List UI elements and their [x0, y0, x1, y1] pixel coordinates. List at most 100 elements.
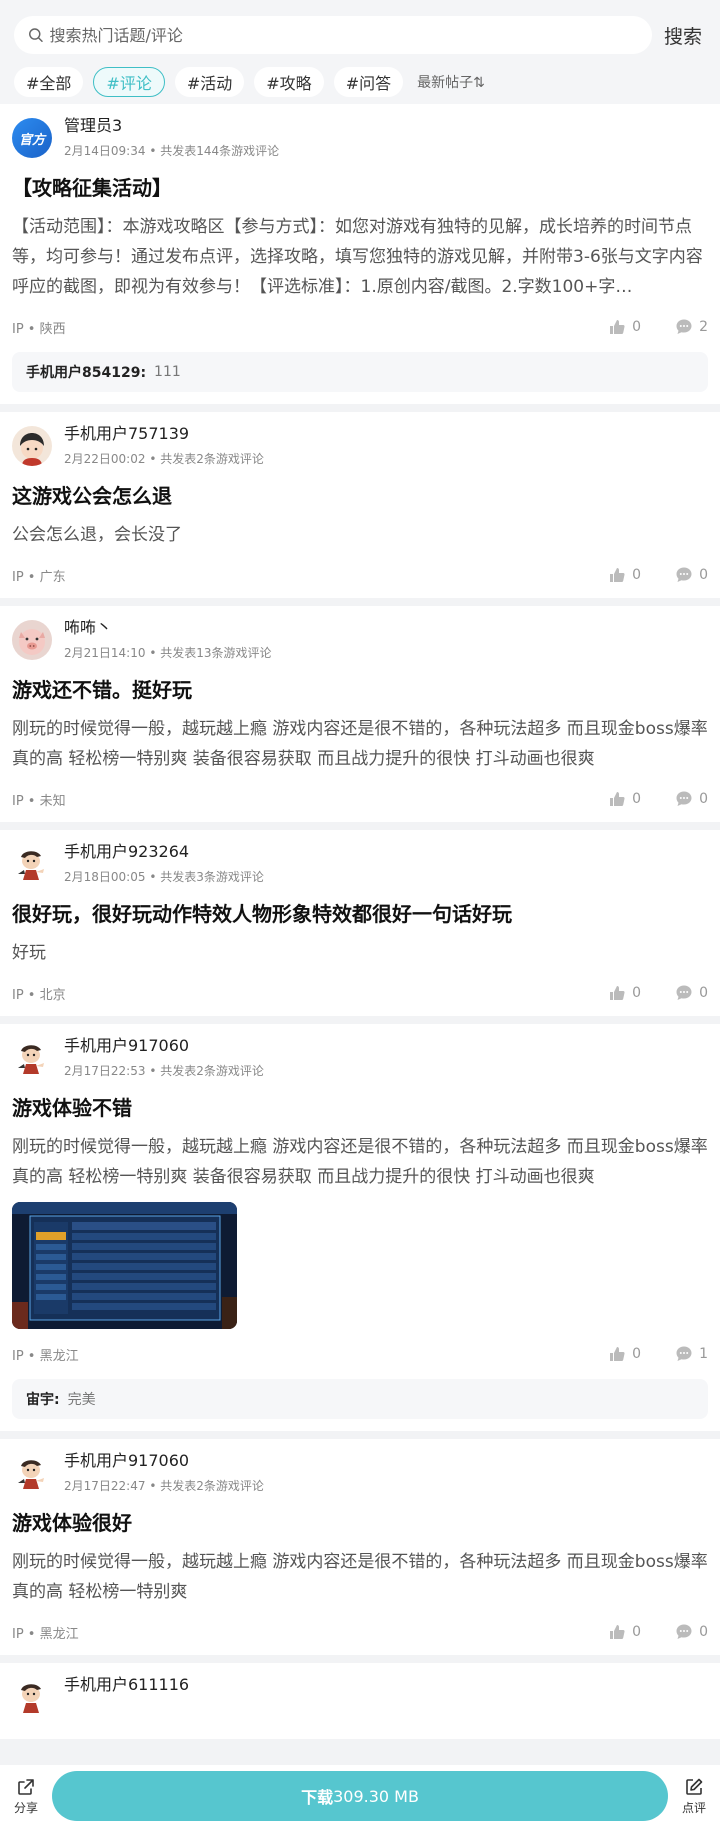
- search-icon: [29, 28, 43, 42]
- post-header: 手机用户757139 2月22日00:02 • 共发表2条游戏评论: [12, 424, 708, 476]
- reply-user: 宙宇:: [26, 1392, 60, 1408]
- post-subinfo: 2月14日09:34 • 共发表144条游戏评论: [64, 144, 280, 158]
- search-button[interactable]: 搜索: [664, 22, 706, 49]
- avatar[interactable]: 官方: [12, 118, 52, 158]
- tag-qa[interactable]: #问答: [333, 67, 404, 97]
- edit-icon: [686, 1778, 703, 1795]
- tag-events[interactable]: #活动: [174, 67, 245, 97]
- post-header: 官方 管理员3 2月14日09:34 • 共发表144条游戏评论: [12, 116, 708, 168]
- post-actions: 0 0: [574, 984, 708, 1002]
- comment-icon: [676, 1346, 692, 1361]
- comment-icon: [676, 985, 692, 1000]
- post-meta: 手机用户917060 2月17日22:47 • 共发表2条游戏评论: [64, 1451, 264, 1494]
- avatar[interactable]: [12, 844, 52, 884]
- post-footer: IP • 广东 0 0: [12, 564, 708, 586]
- username[interactable]: 管理员3: [64, 116, 279, 136]
- username[interactable]: 手机用户923264: [64, 842, 264, 862]
- post-card[interactable]: 官方 管理员3 2月14日09:34 • 共发表144条游戏评论 【攻略征集活动…: [0, 104, 720, 404]
- like-button[interactable]: 0: [608, 318, 641, 336]
- search-input[interactable]: [49, 25, 638, 45]
- share-button[interactable]: 分享: [0, 1777, 52, 1816]
- post-card[interactable]: 手机用户917060 2月17日22:47 • 共发表2条游戏评论 游戏体验很好…: [0, 1439, 720, 1655]
- tag-all[interactable]: #全部: [14, 67, 84, 97]
- like-button[interactable]: 0: [608, 1623, 641, 1641]
- post-subinfo: 2月18日00:05 • 共发表3条游戏评论: [64, 870, 264, 884]
- ip-location: IP • 北京: [12, 987, 66, 1003]
- review-count: 共发表144条游戏评论: [160, 144, 280, 158]
- post-meta: 手机用户923264 2月18日00:05 • 共发表3条游戏评论: [64, 842, 264, 885]
- post-date: 2月17日22:53: [64, 1064, 146, 1078]
- like-button[interactable]: 0: [608, 984, 641, 1002]
- post-body: 好玩: [12, 943, 46, 963]
- bottom-action-bar: 分享 下载 309.30 MB 点评: [0, 1765, 720, 1827]
- post-header: 手机用户611116: [12, 1675, 708, 1727]
- username[interactable]: 手机用户611116: [64, 1675, 189, 1695]
- avatar[interactable]: [12, 1453, 52, 1493]
- avatar[interactable]: [12, 620, 52, 660]
- post-footer: IP • 黑龙江 0 1: [12, 1343, 708, 1365]
- reply-preview[interactable]: 手机用户854129: 111: [12, 352, 708, 392]
- comment-button[interactable]: 2: [675, 318, 708, 336]
- avatar[interactable]: [12, 1038, 52, 1078]
- comment-count: 0: [699, 985, 708, 1001]
- reply-preview[interactable]: 宙宇: 完美: [12, 1379, 708, 1419]
- post-meta: 手机用户757139 2月22日00:02 • 共发表2条游戏评论: [64, 424, 264, 467]
- reply-user: 手机用户854129:: [26, 365, 147, 381]
- cartoon-character-icon: [21, 1684, 41, 1713]
- post-card[interactable]: 手机用户917060 2月17日22:53 • 共发表2条游戏评论 游戏体验不错…: [0, 1024, 720, 1431]
- post-body: 【活动范围】：本游戏攻略区【参与方式】：如您对游戏有独特的见解，成长培养的时间节…: [12, 217, 703, 297]
- post-card[interactable]: 咘咘丶 2月21日14:10 • 共发表13条游戏评论 游戏还不错。挺好玩 刚玩…: [0, 606, 720, 822]
- comment-button[interactable]: 0: [675, 566, 708, 584]
- post-header: 手机用户917060 2月17日22:47 • 共发表2条游戏评论: [12, 1451, 708, 1503]
- comment-button[interactable]: 0: [675, 1623, 708, 1641]
- username[interactable]: 手机用户917060: [64, 1036, 264, 1056]
- download-size: 309.30 MB: [333, 1786, 419, 1806]
- like-count: 0: [632, 1624, 642, 1640]
- post-actions: 0 0: [574, 566, 708, 584]
- like-button[interactable]: 0: [608, 790, 641, 808]
- review-count: 共发表3条游戏评论: [160, 870, 264, 884]
- avatar[interactable]: [12, 1677, 52, 1717]
- post-card[interactable]: 手机用户757139 2月22日00:02 • 共发表2条游戏评论 这游戏公会怎…: [0, 412, 720, 598]
- username[interactable]: 手机用户917060: [64, 1451, 264, 1471]
- search-row: 搜索: [0, 0, 720, 60]
- comment-button[interactable]: 0: [675, 984, 708, 1002]
- avatar[interactable]: [12, 426, 52, 466]
- review-count: 共发表2条游戏评论: [160, 1064, 264, 1078]
- reply-text: 111: [154, 364, 181, 380]
- like-count: 0: [632, 985, 642, 1001]
- post-header: 手机用户917060 2月17日22:53 • 共发表2条游戏评论: [12, 1036, 708, 1088]
- post-title: 这游戏公会怎么退: [12, 484, 172, 508]
- game-screenshot[interactable]: [12, 1202, 237, 1329]
- download-button[interactable]: 下载 309.30 MB: [52, 1771, 668, 1821]
- thumbs-up-icon: [610, 320, 625, 334]
- comment-count: 1: [699, 1346, 708, 1362]
- sort-dropdown[interactable]: 最新帖子⇅: [417, 72, 485, 92]
- post-card[interactable]: 手机用户611116: [0, 1663, 720, 1739]
- share-icon: [18, 1778, 34, 1795]
- search-bar[interactable]: [14, 16, 652, 54]
- comment-button[interactable]: 1: [675, 1345, 708, 1363]
- review-button[interactable]: 点评: [668, 1777, 720, 1816]
- post-subinfo: 2月17日22:47 • 共发表2条游戏评论: [64, 1479, 264, 1493]
- like-button[interactable]: 0: [608, 566, 641, 584]
- post-actions: 0 0: [574, 790, 708, 808]
- post-card[interactable]: 手机用户923264 2月18日00:05 • 共发表3条游戏评论 很好玩，很好…: [0, 830, 720, 1016]
- thumbs-up-icon: [610, 986, 625, 1000]
- tag-guides[interactable]: #攻略: [254, 67, 324, 97]
- thumbs-up-icon: [610, 568, 625, 582]
- post-body: 刚玩的时候觉得一般，越玩越上瘾 游戏内容还是很不错的，各种玩法超多 而且现金bo…: [12, 1552, 708, 1602]
- tag-reviews[interactable]: #评论: [93, 67, 165, 97]
- official-badge: 官方: [18, 132, 45, 148]
- post-footer: IP • 北京 0 0: [12, 982, 708, 1004]
- username[interactable]: 咘咘丶: [64, 618, 272, 638]
- post-title: 很好玩，很好玩动作特效人物形象特效都很好一句话好玩: [12, 902, 512, 926]
- cartoon-character-icon: [18, 851, 44, 880]
- ip-location: IP • 黑龙江: [12, 1348, 79, 1364]
- like-button[interactable]: 0: [608, 1345, 641, 1363]
- like-count: 0: [632, 791, 642, 807]
- username[interactable]: 手机用户757139: [64, 424, 264, 444]
- post-subinfo: 2月17日22:53 • 共发表2条游戏评论: [64, 1064, 264, 1078]
- thumbs-up-icon: [610, 1625, 625, 1639]
- comment-button[interactable]: 0: [675, 790, 708, 808]
